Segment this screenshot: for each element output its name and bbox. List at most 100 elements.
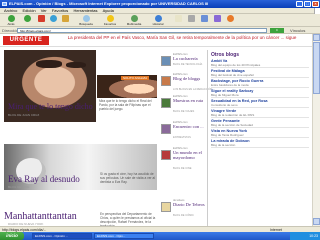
history-label: Historial [152, 22, 164, 26]
search-button[interactable]: Búsqueda [75, 15, 97, 26]
media-icon [130, 15, 138, 22]
system-tray-clock[interactable]: 10:23 [290, 232, 320, 240]
eva-headline-link[interactable]: Eva Ray al desnudo [8, 174, 80, 184]
manhattan-headline-link[interactable]: Manhattanttanttan [4, 211, 77, 222]
hero-section-label: BLOG DE JUAN CRUZ [8, 113, 40, 117]
blog-section: BLOG DE VIAJES [173, 110, 195, 113]
window-titlebar[interactable]: ELPAIS.com - Opinión / Blogs - Microsoft… [0, 0, 320, 8]
urgent-headline-link[interactable]: La presidenta del PP en el País Vasco, M… [53, 35, 311, 41]
start-button[interactable]: inicio [0, 232, 24, 240]
mail-button[interactable] [173, 15, 183, 26]
menu-tools[interactable]: Herramientas [73, 8, 97, 13]
favorites-label: Favoritos [103, 22, 117, 26]
printer-icon [187, 15, 195, 22]
discuss-icon [213, 15, 221, 22]
taskbar: inicio ELPAIS.com - Opinión ... ELPAIS.c… [0, 232, 320, 240]
menu-favorites[interactable]: Favoritos [52, 8, 68, 13]
edit-icon [200, 15, 208, 22]
other-blog-description: Blog de Tania Rodríguez [211, 133, 244, 137]
standard-toolbar: Atrás Búsqueda Favoritos Multimedia Hist… [0, 14, 320, 27]
refresh-button[interactable] [48, 15, 58, 26]
blog-section: BLOG DE CINE [173, 167, 192, 170]
eva-section-label: BLOG DE CINE [8, 185, 30, 189]
window-title: ELPAIS.com - Opinión / Blogs - Microsoft… [9, 1, 209, 6]
print-button[interactable] [186, 15, 196, 26]
back-label: Atrás [7, 22, 15, 26]
blog-title-link[interactable]: La cucharería [173, 56, 207, 62]
hero-photo-eye [66, 62, 86, 68]
manhattan-summary-text: En perspectiva del Departamento de Chios… [100, 212, 156, 226]
other-blog-item[interactable]: Sigue el reality Sarkozy Blog de Miguel … [211, 89, 309, 99]
mail-icon [174, 15, 182, 22]
media-button[interactable]: Multimedia [123, 15, 145, 26]
messenger-icon [226, 15, 234, 22]
messenger-button[interactable] [225, 15, 235, 26]
address-input[interactable] [17, 28, 267, 33]
hero-summary-text: Mira que te lo tengo dicho el Real del P… [99, 99, 152, 111]
links-label[interactable]: Vínculos [290, 27, 305, 34]
web-page: URGENTE La presidenta del PP en el País … [0, 34, 312, 226]
address-bar: Dirección Ir Vínculos [0, 27, 320, 34]
history-button[interactable]: Historial [147, 15, 169, 26]
other-blogs-panel: Otros blogs Ambit Va Blog del equipo de … [207, 50, 310, 226]
refresh-icon [49, 15, 57, 22]
scrollbar-thumb[interactable] [313, 42, 320, 94]
other-blog-description: Blog del equipo de los 40 Principales [211, 63, 261, 67]
blog-title-link[interactable]: Blog de bloggs [173, 76, 207, 82]
vertical-scrollbar[interactable] [312, 34, 320, 226]
blog-thumbnail [161, 98, 171, 108]
blog-section: BLOG DE CÓMIC [173, 214, 194, 217]
star-icon [106, 15, 114, 22]
hero-photo-eye [36, 60, 62, 68]
blog-thumbnail [161, 56, 171, 66]
feature-photo-label: SOLITO ANALIZA [121, 76, 150, 80]
menu-help[interactable]: Ayuda [103, 8, 114, 13]
menu-edit[interactable]: Edición [22, 8, 35, 13]
menu-view[interactable]: Ver [41, 8, 47, 13]
home-icon [61, 15, 69, 22]
scroll-down-arrow-icon[interactable] [313, 218, 320, 225]
favorites-button[interactable]: Favoritos [99, 15, 121, 26]
blog-title-link[interactable]: Encuentro con ... [173, 124, 207, 130]
search-label: Búsqueda [79, 22, 93, 26]
back-arrow-icon [7, 15, 15, 22]
blog-section: ENTREVISTAS [173, 136, 191, 139]
internet-explorer-icon [2, 2, 7, 6]
other-blogs-heading: Otros blogs [211, 52, 240, 58]
blog-thumbnail [161, 150, 171, 160]
other-blog-item[interactable]: Gente Pensante Blog de la sección de Soc… [211, 119, 309, 129]
eva-summary-text: Si os gusta el cine, hoy ha acudido de s… [100, 172, 155, 184]
minimize-button[interactable]: _ [296, 1, 303, 7]
taskbar-window-button[interactable]: ELPAIS.com - Opin... [94, 233, 154, 239]
forward-button[interactable] [22, 15, 32, 26]
blog-thumbnail [161, 124, 171, 134]
other-blog-item[interactable]: Sexualidad en la Red, por Rosa Consultor… [211, 99, 309, 109]
home-button[interactable] [60, 15, 70, 26]
other-blog-description: Blog de la redacción de EL PAÍS [211, 113, 255, 117]
menu-file[interactable]: Archivo [4, 8, 17, 13]
blog-title-link[interactable]: Muestras en ruta [173, 98, 207, 104]
other-blog-item[interactable]: Ambit Va Blog del equipo de los 40 Princ… [211, 59, 309, 69]
other-blog-item[interactable]: Vista en Nueva York Blog de Tania Rodríg… [211, 129, 309, 139]
discuss-button[interactable] [212, 15, 222, 26]
scroll-up-arrow-icon[interactable] [313, 34, 320, 41]
blog-thumbnail [161, 202, 171, 212]
history-icon [154, 15, 162, 22]
other-blog-description: Blog de la sección [211, 143, 236, 147]
forward-arrow-icon [23, 15, 31, 22]
go-button[interactable]: Ir [270, 28, 284, 33]
taskbar-window-button[interactable]: ELPAIS.com - Opinión ... [32, 233, 92, 239]
other-blog-item[interactable]: Vinagre Verde Blog de la redacción de EL… [211, 109, 309, 119]
other-blog-item[interactable]: La mirada de Dobson Blog de la sección [211, 139, 309, 149]
hero-headline-link[interactable]: Mira que te lo tengo dicho [8, 103, 93, 111]
blog-title-link[interactable]: Un mundo en el mayordomo [173, 150, 207, 160]
urgent-news-bar: URGENTE La presidenta del PP en el País … [0, 34, 312, 47]
stop-button[interactable] [36, 15, 46, 26]
back-button[interactable]: Atrás [2, 15, 20, 26]
blog-title-link[interactable]: Diario De Tebeos [173, 202, 207, 208]
maximize-button[interactable]: □ [304, 1, 311, 7]
other-blog-item[interactable]: Festival de Málaga Blog del festival de … [211, 69, 309, 79]
other-blog-item[interactable]: Backstage, por Rocío Guerra Entre bastid… [211, 79, 309, 89]
close-button[interactable]: × [312, 1, 319, 7]
edit-button[interactable] [199, 15, 209, 26]
